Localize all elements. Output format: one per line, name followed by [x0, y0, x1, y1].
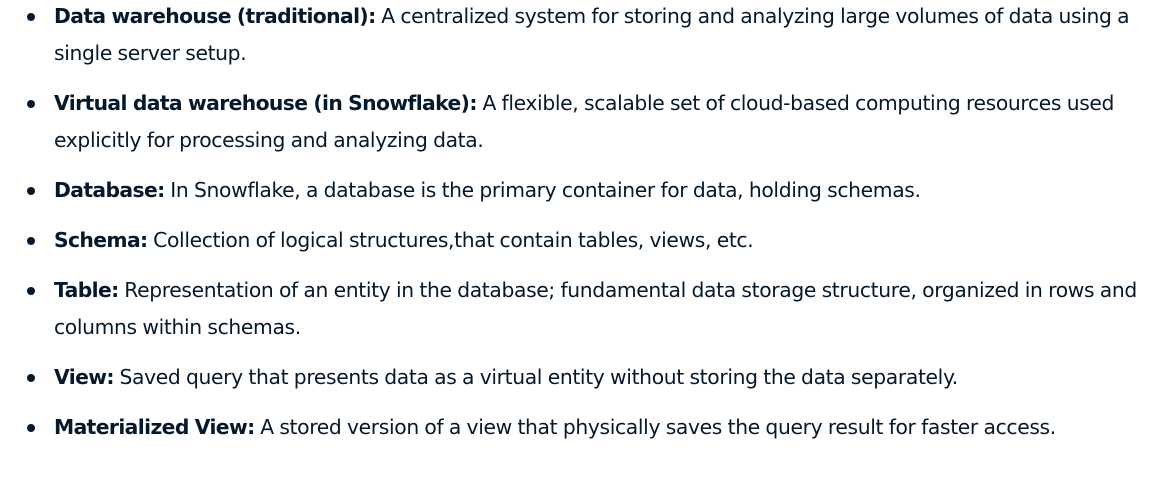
bullet-icon [27, 287, 35, 295]
glossary-list: Data warehouse (traditional): A centrali… [0, 0, 1151, 446]
glossary-item-table: Table: Representation of an entity in th… [0, 272, 1151, 346]
bullet-icon [27, 100, 35, 108]
glossary-term: Data warehouse (traditional): [54, 4, 376, 28]
glossary-term: Virtual data warehouse (in Snowflake): [54, 91, 477, 115]
glossary-term: Database: [54, 178, 165, 202]
glossary-item-view: View: Saved query that presents data as … [0, 359, 1151, 396]
bullet-icon [27, 424, 35, 432]
glossary-item-database: Database: In Snowflake, a database is th… [0, 172, 1151, 209]
glossary-definition: Representation of an entity in the datab… [54, 278, 1137, 339]
glossary-term: View: [54, 365, 115, 389]
bullet-icon [27, 13, 35, 21]
glossary-term: Schema: [54, 228, 148, 252]
glossary-item-schema: Schema: Collection of logical structures… [0, 222, 1151, 259]
glossary-definition: A stored version of a view that physical… [260, 415, 1056, 439]
glossary-term: Table: [54, 278, 119, 302]
bullet-icon [27, 237, 35, 245]
bullet-icon [27, 374, 35, 382]
bullet-icon [27, 187, 35, 195]
glossary-definition: Collection of logical structures,that co… [153, 228, 754, 252]
glossary-item-virtual-data-warehouse: Virtual data warehouse (in Snowflake): A… [0, 85, 1151, 159]
glossary-definition: Saved query that presents data as a virt… [119, 365, 959, 389]
glossary-definition: In Snowflake, a database is the primary … [170, 178, 921, 202]
glossary-item-materialized-view: Materialized View: A stored version of a… [0, 409, 1151, 446]
glossary-item-data-warehouse: Data warehouse (traditional): A centrali… [0, 0, 1151, 72]
glossary-term: Materialized View: [54, 415, 255, 439]
